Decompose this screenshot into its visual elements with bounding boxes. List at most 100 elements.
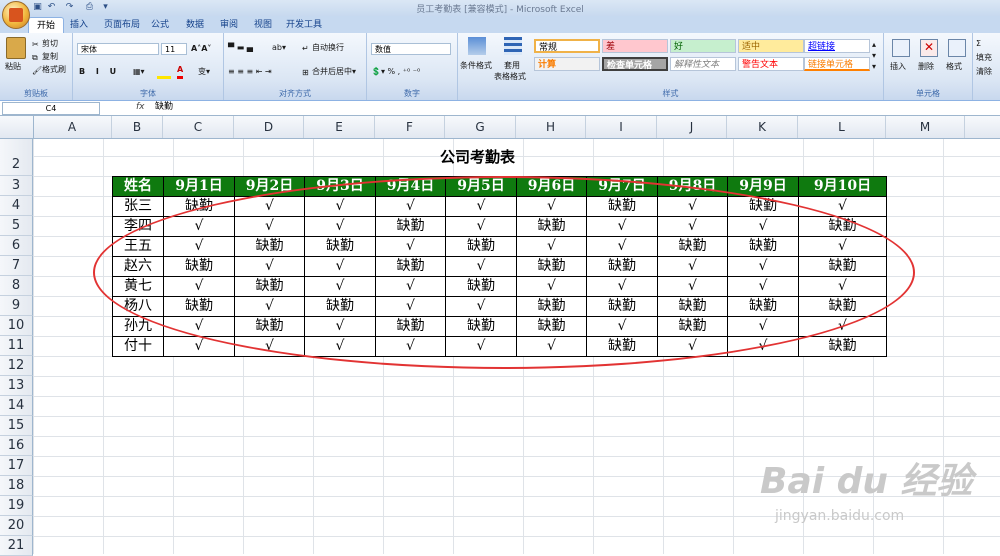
attendance-cell[interactable]: 缺勤	[445, 316, 517, 337]
attendance-cell[interactable]: √	[516, 336, 587, 357]
table-header-cell[interactable]: 9月4日	[375, 176, 446, 197]
table-header-cell[interactable]: 9月3日	[304, 176, 376, 197]
attendance-cell[interactable]: √	[445, 196, 517, 217]
attendance-cell[interactable]: √	[304, 256, 376, 277]
attendance-cell[interactable]: 缺勤	[234, 276, 305, 297]
attendance-cell[interactable]: √	[445, 256, 517, 277]
attendance-cell[interactable]: 缺勤	[516, 216, 587, 237]
table-header-cell[interactable]: 9月9日	[727, 176, 799, 197]
table-header-cell[interactable]: 9月10日	[798, 176, 887, 197]
attendance-cell[interactable]: √	[657, 276, 728, 297]
font-color-icon[interactable]: A	[177, 64, 184, 79]
paste-icon[interactable]	[6, 37, 26, 59]
fill-color-icon[interactable]	[157, 66, 171, 79]
attendance-cell[interactable]: √	[586, 216, 658, 237]
row-header-16[interactable]: 16	[0, 436, 33, 456]
conditional-format-button[interactable]: 条件格式	[460, 60, 492, 72]
row-header-4[interactable]: 4	[0, 196, 33, 216]
row-header-9[interactable]: 9	[0, 296, 33, 316]
table-format-icon[interactable]	[504, 37, 522, 55]
style-neutral[interactable]: 适中	[738, 39, 804, 53]
attendance-cell[interactable]: 缺勤	[586, 196, 658, 217]
row-header-17[interactable]: 17	[0, 456, 33, 476]
style-calculation[interactable]: 计算	[534, 57, 600, 71]
attendance-cell[interactable]: 缺勤	[586, 336, 658, 357]
delete-icon[interactable]: ✕	[920, 39, 938, 57]
column-header-I[interactable]: I	[586, 116, 657, 138]
style-normal[interactable]: 常规	[534, 39, 600, 53]
column-header-C[interactable]: C	[163, 116, 234, 138]
attendance-cell[interactable]: √	[516, 276, 587, 297]
attendance-cell[interactable]: 缺勤	[516, 316, 587, 337]
attendance-cell[interactable]: √	[375, 236, 446, 257]
fill-button[interactable]: 填充	[976, 52, 1000, 64]
attendance-cell[interactable]: 缺勤	[798, 216, 887, 237]
attendance-cell[interactable]: √	[798, 316, 887, 337]
attendance-cell[interactable]: 缺勤	[375, 216, 446, 237]
attendance-cell[interactable]: 缺勤	[657, 316, 728, 337]
column-header-H[interactable]: H	[516, 116, 586, 138]
undo-icon[interactable]: ↶	[46, 2, 57, 13]
attendance-cell[interactable]: √	[727, 316, 799, 337]
attendance-cell[interactable]: 缺勤	[304, 236, 376, 257]
employee-name-cell[interactable]: 黄七	[112, 276, 164, 297]
attendance-cell[interactable]: √	[657, 336, 728, 357]
attendance-cell[interactable]: √	[657, 216, 728, 237]
table-header-cell[interactable]: 姓名	[112, 176, 164, 197]
row-header-7[interactable]: 7	[0, 256, 33, 276]
attendance-cell[interactable]: 缺勤	[516, 256, 587, 277]
attendance-cell[interactable]: √	[304, 196, 376, 217]
attendance-cell[interactable]: √	[516, 236, 587, 257]
tab-review[interactable]: 审阅	[212, 17, 246, 33]
table-header-cell[interactable]: 9月5日	[445, 176, 517, 197]
wrap-text-button[interactable]: ↵ 自动换行	[302, 42, 344, 54]
attendance-cell[interactable]: 缺勤	[657, 236, 728, 257]
attendance-cell[interactable]: √	[727, 256, 799, 277]
attendance-cell[interactable]: √	[798, 276, 887, 297]
tab-home[interactable]: 开始	[28, 17, 65, 34]
column-header-M[interactable]: M	[886, 116, 965, 138]
attendance-cell[interactable]: √	[375, 276, 446, 297]
attendance-cell[interactable]: 缺勤	[516, 296, 587, 317]
column-header-E[interactable]: E	[304, 116, 375, 138]
style-good[interactable]: 好	[670, 39, 736, 53]
attendance-cell[interactable]: √	[445, 336, 517, 357]
attendance-cell[interactable]: 缺勤	[586, 256, 658, 277]
number-format-icons[interactable]: 💲▾ % , ⁺⁰ ⁻⁰	[371, 66, 420, 78]
employee-name-cell[interactable]: 付十	[112, 336, 164, 357]
attendance-cell[interactable]: √	[234, 196, 305, 217]
print-preview-icon[interactable]: ⎙	[84, 2, 95, 13]
attendance-cell[interactable]: √	[234, 336, 305, 357]
border-icon[interactable]: ▦▾	[133, 66, 145, 78]
attendance-cell[interactable]: √	[657, 196, 728, 217]
attendance-cell[interactable]: 缺勤	[727, 296, 799, 317]
row-header-6[interactable]: 6	[0, 236, 33, 256]
column-header-L[interactable]: L	[798, 116, 886, 138]
row-header-21[interactable]: 21	[0, 536, 33, 556]
tab-formulas[interactable]: 公式	[143, 17, 177, 33]
vertical-align-icons[interactable]: ▀ ▬ ▄	[228, 42, 253, 54]
select-all-corner[interactable]	[0, 116, 34, 138]
row-header-18[interactable]: 18	[0, 476, 33, 496]
horizontal-align-icons[interactable]: ≡ ≡ ≡ ⇤ ⇥	[228, 66, 272, 78]
office-button[interactable]	[2, 1, 30, 29]
tab-developer[interactable]: 开发工具	[278, 17, 330, 33]
attendance-cell[interactable]: 缺勤	[657, 296, 728, 317]
save-icon[interactable]: ▣	[32, 2, 43, 13]
autosum-button[interactable]: Σ	[976, 38, 981, 50]
attendance-cell[interactable]: √	[304, 276, 376, 297]
conditional-format-icon[interactable]	[468, 37, 486, 55]
row-header-11[interactable]: 11	[0, 336, 33, 356]
attendance-cell[interactable]: √	[375, 196, 446, 217]
employee-name-cell[interactable]: 王五	[112, 236, 164, 257]
tab-page-layout[interactable]: 页面布局	[96, 17, 148, 33]
style-hyperlink[interactable]: 超链接	[804, 39, 870, 53]
attendance-cell[interactable]: √	[516, 196, 587, 217]
attendance-cell[interactable]: √	[304, 216, 376, 237]
attendance-cell[interactable]: √	[586, 316, 658, 337]
merge-center-button[interactable]: ⊞ 合并后居中▾	[302, 66, 356, 78]
row-header-10[interactable]: 10	[0, 316, 33, 336]
font-style-buttons[interactable]: B I U	[79, 66, 120, 78]
attendance-cell[interactable]: 缺勤	[163, 196, 235, 217]
format-button[interactable]: 格式	[946, 61, 962, 73]
